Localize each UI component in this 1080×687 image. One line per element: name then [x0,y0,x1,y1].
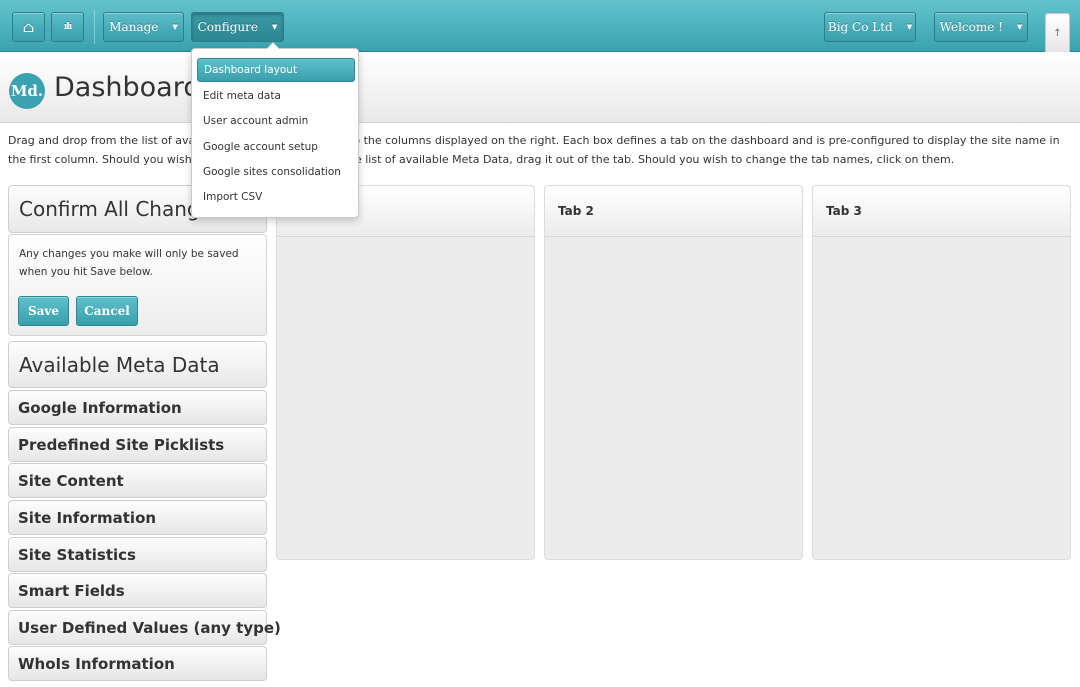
configure-menu-button[interactable]: Configure ▼ [191,12,284,42]
company-menu-button[interactable]: Big Co Ltd ▼ [824,12,916,42]
manage-menu-button[interactable]: Manage ▼ [103,12,184,42]
company-label: Big Co Ltd [827,20,893,34]
nav-divider [94,10,95,44]
menu-item-google-sites-consolidation[interactable]: Google sites consolidation [197,160,355,184]
stats-button[interactable]: ılı [51,12,84,42]
top-navbar: ⌂ ılı Manage ▼ Configure ▼ Big Co Ltd ▼ … [0,0,1080,52]
cancel-button[interactable]: Cancel [76,296,138,326]
home-icon: ⌂ [22,18,35,36]
menu-item-dashboard-layout[interactable]: Dashboard layout [197,58,355,82]
welcome-label: Welcome ! [939,20,1003,34]
meta-item-smart-fields[interactable]: Smart Fields [8,573,267,608]
meta-item-whois-information[interactable]: WhoIs Information [8,646,267,681]
meta-item-user-defined-values[interactable]: User Defined Values (any type) [8,610,281,645]
meta-item-predefined-site-picklists[interactable]: Predefined Site Picklists [8,427,267,462]
menu-item-user-account-admin[interactable]: User account admin [197,109,355,133]
logo-text: Md. [10,82,44,100]
meta-item-site-content[interactable]: Site Content [8,463,267,498]
meta-item-site-statistics[interactable]: Site Statistics [8,537,267,572]
manage-label: Manage [109,20,159,34]
chevron-down-icon: ▼ [906,23,913,31]
logo: Md. [9,73,45,109]
meta-item-site-information[interactable]: Site Information [8,500,267,535]
configure-dropdown-menu: Dashboard layout Edit meta data User acc… [191,42,359,218]
menu-item-edit-meta-data[interactable]: Edit meta data [197,84,355,108]
tab-column-3[interactable]: Tab 3 [812,185,1071,560]
intro-text: Drag and drop from the list of available… [8,134,1060,166]
menu-item-google-account-setup[interactable]: Google account setup [197,135,355,159]
tab-column-1[interactable]: Tab 1 [276,185,535,560]
tab-name-2[interactable]: Tab 2 [545,186,802,237]
chevron-down-icon: ▼ [172,23,178,31]
menu-item-import-csv[interactable]: Import CSV [197,185,355,209]
save-button[interactable]: Save [18,296,69,326]
confirm-message: Any changes you make will only be saved … [19,248,239,278]
tab-column-2[interactable]: Tab 2 [544,185,803,560]
configure-label: Configure [197,20,258,34]
welcome-menu-button[interactable]: Welcome ! ▼ [934,12,1028,42]
arrow-up-icon: ↑ [1053,27,1062,39]
confirm-panel: Any changes you make will only be saved … [8,234,267,336]
tab-name-3[interactable]: Tab 3 [813,186,1070,237]
meta-panel-title: Available Meta Data [8,341,267,388]
bar-chart-icon: ılı [63,22,72,32]
meta-item-google-information[interactable]: Google Information [8,390,267,425]
chevron-down-icon: ▼ [272,23,278,31]
scroll-top-button[interactable]: ↑ [1045,13,1070,52]
chevron-down-icon: ▼ [1016,23,1023,31]
home-button[interactable]: ⌂ [12,12,45,42]
